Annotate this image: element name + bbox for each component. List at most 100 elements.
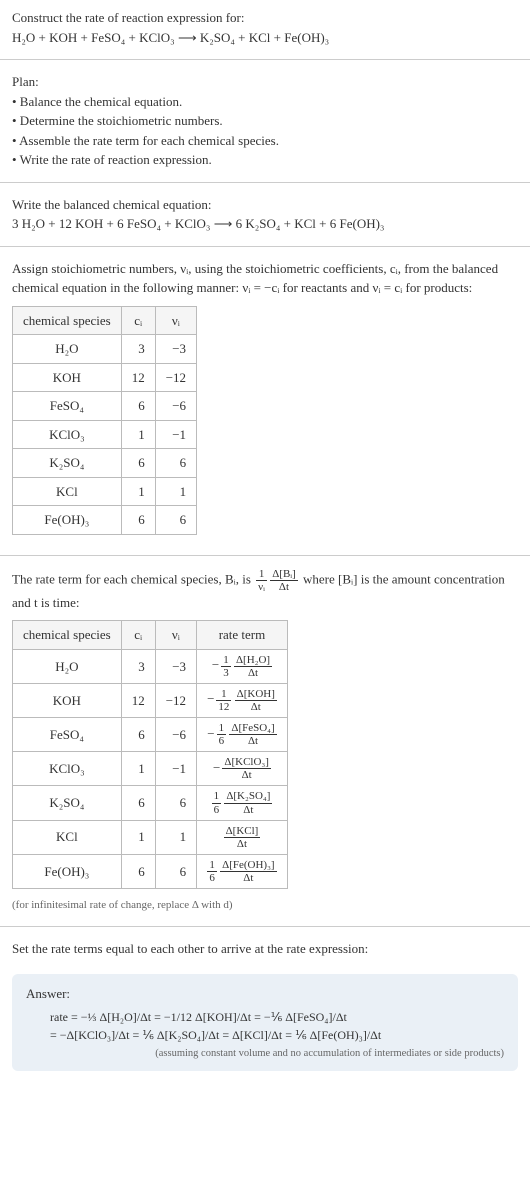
table-row: Fe(OH)₃66 bbox=[13, 506, 197, 535]
table-row: KCl11Δ[KCl]Δt bbox=[13, 820, 288, 854]
cell-c: 12 bbox=[121, 363, 155, 392]
plan-heading: Plan: bbox=[12, 72, 518, 92]
cell-species: Fe(OH)₃ bbox=[13, 506, 122, 535]
stoich-table: chemical species cᵢ νᵢ H₂O3−3 KOH12−12 F… bbox=[12, 306, 197, 535]
cell-species: Fe(OH)₃ bbox=[13, 854, 122, 888]
divider bbox=[0, 59, 530, 60]
plan-item: • Determine the stoichiometric numbers. bbox=[12, 111, 518, 131]
cell-v: −6 bbox=[155, 392, 196, 421]
cell-c: 6 bbox=[121, 506, 155, 535]
cell-v: 1 bbox=[155, 477, 196, 506]
intro-title: Construct the rate of reaction expressio… bbox=[12, 8, 518, 28]
table-row: KClO₃1−1−Δ[KClO₃]Δt bbox=[13, 752, 288, 786]
intro-equation: H₂O + KOH + FeSO₄ + KClO₃ ⟶ K₂SO₄ + KCl … bbox=[12, 28, 518, 48]
cell-c: 6 bbox=[121, 449, 155, 478]
cell-species: FeSO₄ bbox=[13, 392, 122, 421]
table-row: KOH12−12 bbox=[13, 363, 197, 392]
plan-section: Plan: • Balance the chemical equation. •… bbox=[0, 64, 530, 178]
cell-rate: Δ[KCl]Δt bbox=[197, 820, 288, 854]
col-c: cᵢ bbox=[121, 306, 155, 335]
stoich-section: Assign stoichiometric numbers, νᵢ, using… bbox=[0, 251, 530, 551]
final-text: Set the rate terms equal to each other t… bbox=[12, 939, 518, 959]
cell-c: 1 bbox=[121, 752, 155, 786]
cell-v: 6 bbox=[155, 449, 196, 478]
cell-species: KClO₃ bbox=[13, 752, 122, 786]
cell-c: 6 bbox=[121, 854, 155, 888]
cell-species: KOH bbox=[13, 363, 122, 392]
divider bbox=[0, 555, 530, 556]
cell-rate: 16 Δ[K₂SO₄]Δt bbox=[197, 786, 288, 820]
cell-c: 3 bbox=[121, 649, 155, 683]
table-row: H₂O3−3 bbox=[13, 335, 197, 364]
balanced-equation: 3 H₂O + 12 KOH + 6 FeSO₄ + KClO₃ ⟶ 6 K₂S… bbox=[12, 214, 518, 234]
cell-rate: −112 Δ[KOH]Δt bbox=[197, 683, 288, 717]
cell-c: 1 bbox=[121, 477, 155, 506]
cell-v: −12 bbox=[155, 683, 196, 717]
divider bbox=[0, 182, 530, 183]
cell-v: −3 bbox=[155, 649, 196, 683]
answer-rate-line-2: = −Δ[KClO₃]/Δt = ⅙ Δ[K₂SO₄]/Δt = Δ[KCl]/… bbox=[50, 1026, 504, 1044]
divider bbox=[0, 926, 530, 927]
cell-v: 6 bbox=[155, 506, 196, 535]
cell-v: −6 bbox=[155, 718, 196, 752]
rateterm-note: (for infinitesimal rate of change, repla… bbox=[12, 897, 518, 914]
cell-v: 6 bbox=[155, 786, 196, 820]
answer-box: Answer: rate = −⅓ Δ[H₂O]/Δt = −1/12 Δ[KO… bbox=[12, 974, 518, 1071]
cell-v: −3 bbox=[155, 335, 196, 364]
balanced-heading: Write the balanced chemical equation: bbox=[12, 195, 518, 215]
cell-v: 1 bbox=[155, 820, 196, 854]
cell-c: 3 bbox=[121, 335, 155, 364]
final-section: Set the rate terms equal to each other t… bbox=[0, 931, 530, 967]
cell-c: 1 bbox=[121, 820, 155, 854]
cell-species: H₂O bbox=[13, 335, 122, 364]
intro-section: Construct the rate of reaction expressio… bbox=[0, 0, 530, 55]
cell-v: −1 bbox=[155, 420, 196, 449]
cell-v: 6 bbox=[155, 854, 196, 888]
table-header-row: chemical species cᵢ νᵢ bbox=[13, 306, 197, 335]
cell-c: 6 bbox=[121, 786, 155, 820]
cell-rate: −16 Δ[FeSO₄]Δt bbox=[197, 718, 288, 752]
answer-title: Answer: bbox=[26, 984, 504, 1004]
stoich-text: Assign stoichiometric numbers, νᵢ, using… bbox=[12, 259, 518, 298]
cell-v: −1 bbox=[155, 752, 196, 786]
cell-species: KOH bbox=[13, 683, 122, 717]
cell-species: K₂SO₄ bbox=[13, 786, 122, 820]
table-row: KOH12−12−112 Δ[KOH]Δt bbox=[13, 683, 288, 717]
cell-c: 6 bbox=[121, 718, 155, 752]
cell-v: −12 bbox=[155, 363, 196, 392]
rateterm-section: The rate term for each chemical species,… bbox=[0, 560, 530, 922]
rateterm-formula: 1νᵢ Δ[Bᵢ]Δt bbox=[256, 568, 298, 593]
cell-rate: −Δ[KClO₃]Δt bbox=[197, 752, 288, 786]
table-row: FeSO₄6−6−16 Δ[FeSO₄]Δt bbox=[13, 718, 288, 752]
rateterm-text-a: The rate term for each chemical species,… bbox=[12, 571, 254, 586]
cell-species: KClO₃ bbox=[13, 420, 122, 449]
divider bbox=[0, 246, 530, 247]
plan-item: • Write the rate of reaction expression. bbox=[12, 150, 518, 170]
col-species: chemical species bbox=[13, 621, 122, 650]
table-header-row: chemical species cᵢ νᵢ rate term bbox=[13, 621, 288, 650]
table-row: KClO₃1−1 bbox=[13, 420, 197, 449]
cell-species: KCl bbox=[13, 477, 122, 506]
cell-c: 1 bbox=[121, 420, 155, 449]
balanced-section: Write the balanced chemical equation: 3 … bbox=[0, 187, 530, 242]
table-row: H₂O3−3−13 Δ[H₂O]Δt bbox=[13, 649, 288, 683]
cell-rate: 16 Δ[Fe(OH)₃]Δt bbox=[197, 854, 288, 888]
table-row: KCl11 bbox=[13, 477, 197, 506]
cell-species: H₂O bbox=[13, 649, 122, 683]
col-v: νᵢ bbox=[155, 306, 196, 335]
cell-species: K₂SO₄ bbox=[13, 449, 122, 478]
cell-species: KCl bbox=[13, 820, 122, 854]
table-row: K₂SO₄6616 Δ[K₂SO₄]Δt bbox=[13, 786, 288, 820]
col-species: chemical species bbox=[13, 306, 122, 335]
plan-item: • Assemble the rate term for each chemic… bbox=[12, 131, 518, 151]
plan-item: • Balance the chemical equation. bbox=[12, 92, 518, 112]
table-row: FeSO₄6−6 bbox=[13, 392, 197, 421]
cell-c: 12 bbox=[121, 683, 155, 717]
cell-c: 6 bbox=[121, 392, 155, 421]
table-row: Fe(OH)₃6616 Δ[Fe(OH)₃]Δt bbox=[13, 854, 288, 888]
answer-rate-line-1: rate = −⅓ Δ[H₂O]/Δt = −1/12 Δ[KOH]/Δt = … bbox=[50, 1008, 504, 1026]
col-v: νᵢ bbox=[155, 621, 196, 650]
table-row: K₂SO₄66 bbox=[13, 449, 197, 478]
answer-note: (assuming constant volume and no accumul… bbox=[26, 1046, 504, 1062]
rateterm-table: chemical species cᵢ νᵢ rate term H₂O3−3−… bbox=[12, 620, 288, 889]
